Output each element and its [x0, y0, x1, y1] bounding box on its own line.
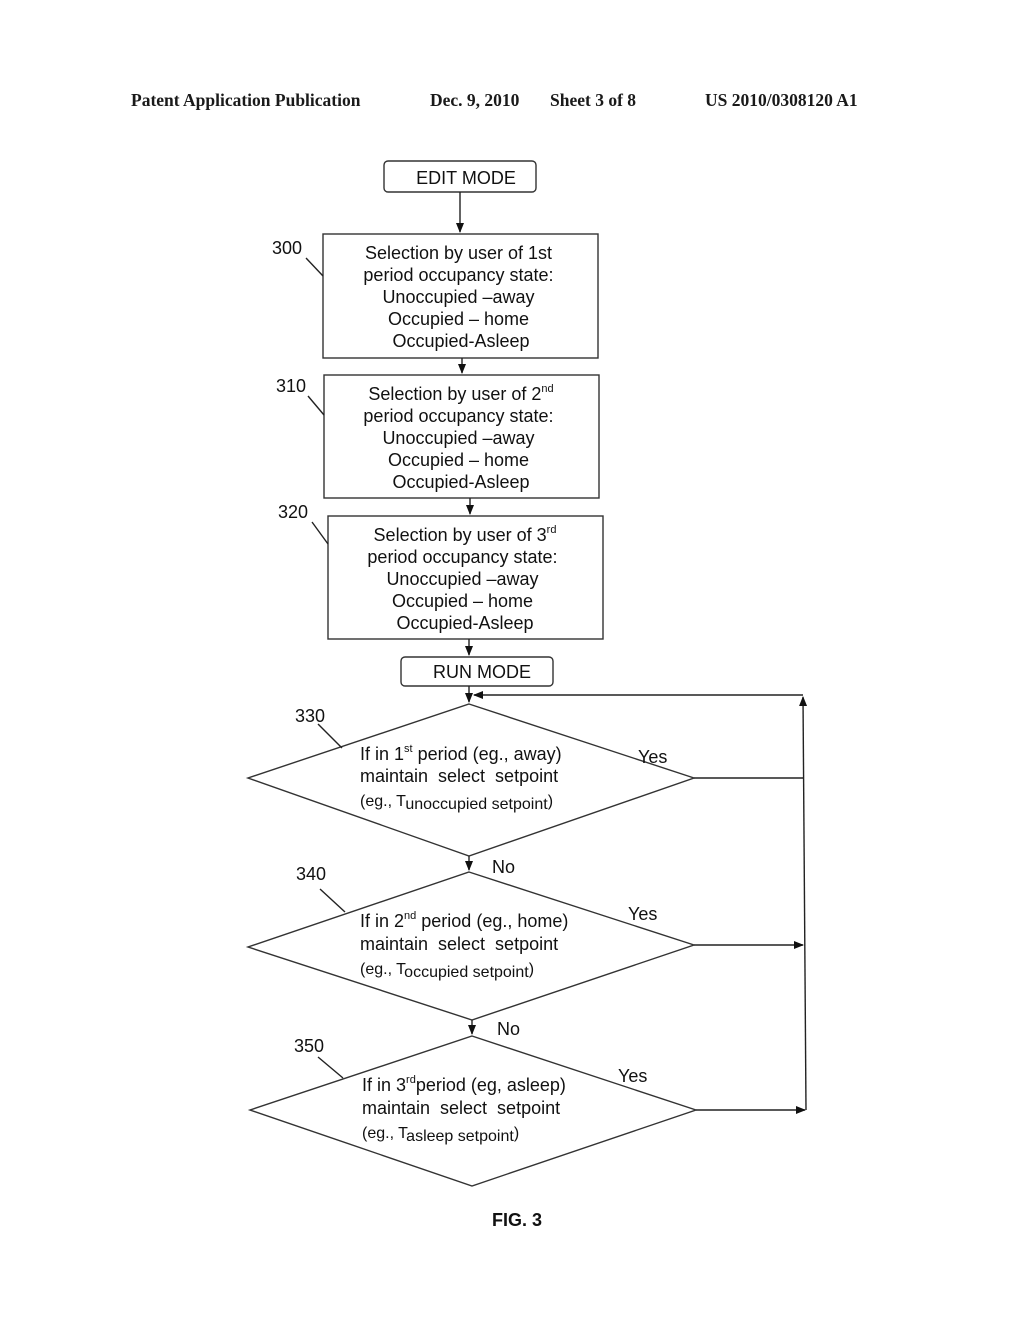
box-line: period occupancy state:: [367, 547, 557, 567]
yes-label: Yes: [628, 904, 657, 924]
box-line: Occupied-Asleep: [396, 613, 533, 633]
yes-label: Yes: [618, 1066, 647, 1086]
reference-numeral-320: 320: [278, 502, 308, 522]
superscript: nd: [404, 910, 416, 922]
decision-340: If in 2nd period (eg., home) maintain se…: [245, 864, 697, 1039]
reference-numeral-300: 300: [272, 238, 302, 258]
box-line: Unoccupied –away: [382, 287, 534, 307]
decision-line: maintain select setpoint: [360, 766, 558, 786]
no-label: No: [497, 1019, 520, 1039]
superscript: st: [404, 743, 413, 755]
decision-line: ): [514, 1125, 519, 1142]
decision-line: (eg., T: [362, 1125, 408, 1142]
svg-text:If in 1st period (eg., away): If in 1st period (eg., away): [360, 743, 562, 764]
leader-line: [317, 723, 343, 749]
box-line: Selection by user of 2: [368, 384, 541, 404]
selection-box-310: Selection by user of 2nd period occupanc…: [276, 374, 600, 499]
decision-line: ): [529, 961, 534, 978]
figure-label: FIG. 3: [492, 1210, 542, 1230]
decision-line: maintain select setpoint: [360, 934, 558, 954]
decision-330: If in 1st period (eg., away) maintain se…: [245, 703, 697, 877]
run-mode-label: RUN MODE: [433, 662, 531, 682]
decision-line: If in 1: [360, 744, 404, 764]
box-line: Occupied-Asleep: [392, 472, 529, 492]
box-line: period occupancy state:: [363, 406, 553, 426]
leader-line: [307, 395, 325, 416]
svg-text:If in 3rdperiod (eg, asleep): If in 3rdperiod (eg, asleep): [362, 1074, 566, 1095]
selection-box-320: Selection by user of 3rd period occupanc…: [278, 502, 604, 640]
reference-numeral-340: 340: [296, 864, 326, 884]
superscript: nd: [541, 383, 553, 395]
decision-line: (eg., T: [360, 961, 406, 978]
run-mode-terminal: RUN MODE: [400, 656, 554, 687]
decision-line: period (eg., away): [413, 744, 562, 764]
decision-line: (eg., T: [360, 793, 406, 810]
decision-line: maintain select setpoint: [362, 1098, 560, 1118]
decision-line: ): [548, 793, 553, 810]
feedback-loop-vertical: [799, 696, 808, 1111]
no-label: No: [492, 857, 515, 877]
box-line: Occupied – home: [388, 309, 529, 329]
box-line: Selection by user of 1st: [365, 243, 552, 263]
box-line: Unoccupied –away: [382, 428, 534, 448]
box-line: Occupied – home: [392, 591, 533, 611]
reference-numeral-330: 330: [295, 706, 325, 726]
yes-label: Yes: [638, 747, 667, 767]
box-line: Selection by user of 3: [374, 525, 547, 545]
svg-text:Selection by user of 2nd: Selection by user of 2nd: [368, 383, 553, 404]
decision-line: period (eg., home): [416, 911, 568, 931]
superscript: rd: [406, 1074, 416, 1086]
leader-line: [319, 888, 346, 913]
leader-line: [305, 257, 324, 277]
svg-text:If in 2nd period (eg., home): If in 2nd period (eg., home): [360, 910, 568, 931]
leader-line: [311, 521, 329, 545]
leader-line: [317, 1056, 344, 1079]
reference-numeral-350: 350: [294, 1036, 324, 1056]
selection-box-300: Selection by user of 1st period occupanc…: [272, 233, 599, 359]
decision-line: If in 2: [360, 911, 404, 931]
flowchart: EDIT MODE Selection by user of 1st perio…: [245, 160, 808, 1230]
box-line: Occupied-Asleep: [392, 331, 529, 351]
reference-numeral-310: 310: [276, 376, 306, 396]
edit-mode-label: EDIT MODE: [416, 168, 516, 188]
decision-line: If in 3: [362, 1075, 406, 1095]
svg-text:Selection by user of 3rd: Selection by user of 3rd: [374, 524, 557, 545]
box-line: Occupied – home: [388, 450, 529, 470]
subscript: asleep setpoint: [406, 1128, 514, 1145]
subscript: unoccupied setpoint: [405, 796, 548, 813]
decision-line: period (eg, asleep): [416, 1075, 566, 1095]
svg-text:Selection by user of 1st: Selection by user of 1st period occupanc…: [363, 243, 558, 351]
superscript: rd: [547, 524, 557, 536]
subscript: occupied setpoint: [404, 964, 529, 981]
edit-mode-terminal: EDIT MODE: [383, 160, 537, 193]
decision-350: If in 3rdperiod (eg, asleep) maintain se…: [247, 1035, 699, 1187]
box-line: Unoccupied –away: [386, 569, 538, 589]
box-line: period occupancy state:: [363, 265, 553, 285]
